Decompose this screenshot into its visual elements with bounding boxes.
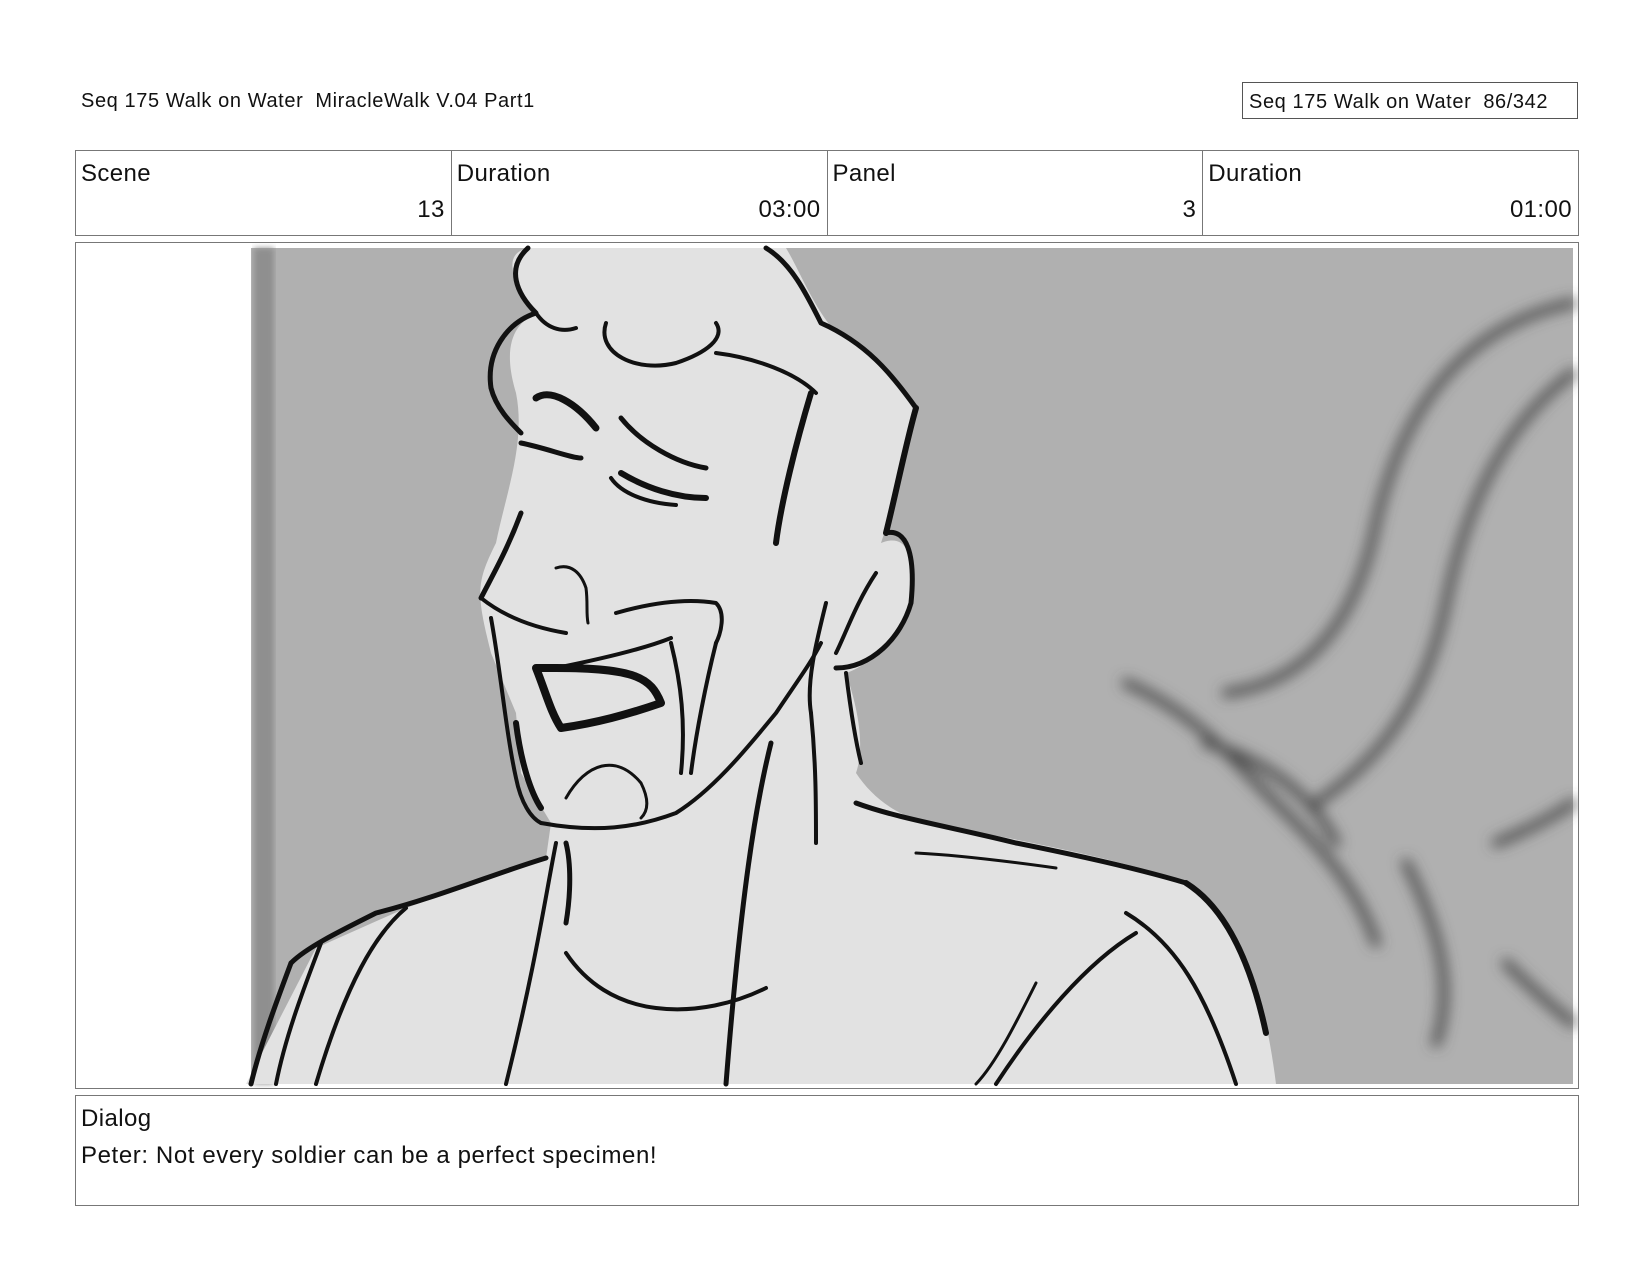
dialog-label: Dialog: [81, 1105, 152, 1132]
scene-duration-value: 03:00: [758, 196, 821, 223]
panel-cell: Panel 3: [826, 151, 1203, 235]
shot-info-table: Scene 13 Duration 03:00 Panel 3 Duration…: [75, 150, 1579, 236]
scene-cell: Scene 13: [76, 151, 451, 235]
panel-duration-cell: Duration 01:00: [1202, 151, 1578, 235]
dialog-box: Dialog Peter: Not every soldier can be a…: [75, 1095, 1579, 1206]
sequence-title: Seq 175 Walk on Water MiracleWalk V.04 Pa…: [81, 90, 535, 113]
panel-duration-label: Duration: [1208, 160, 1303, 187]
panel-value: 3: [1182, 196, 1197, 223]
dialog-text: Peter: Not every soldier can be a perfec…: [81, 1142, 658, 1169]
file-version: MiracleWalk V.04 Part1: [315, 90, 535, 112]
scene-duration-cell: Duration 03:00: [450, 151, 827, 235]
sequence-name: Seq 175 Walk on Water: [81, 90, 304, 112]
page-sequence-name: Seq 175 Walk on Water: [1249, 91, 1472, 113]
page-number: 86/342: [1483, 91, 1549, 113]
storyboard-panel: [75, 242, 1579, 1089]
panel-label: Panel: [832, 160, 896, 187]
scene-duration-label: Duration: [456, 160, 551, 187]
storyboard-sketch: [76, 243, 1578, 1088]
scene-value: 13: [417, 196, 445, 223]
panel-duration-value: 01:00: [1509, 196, 1572, 223]
scene-label: Scene: [81, 160, 152, 187]
page-indicator: Seq 175 Walk on Water 86/342: [1242, 82, 1578, 119]
